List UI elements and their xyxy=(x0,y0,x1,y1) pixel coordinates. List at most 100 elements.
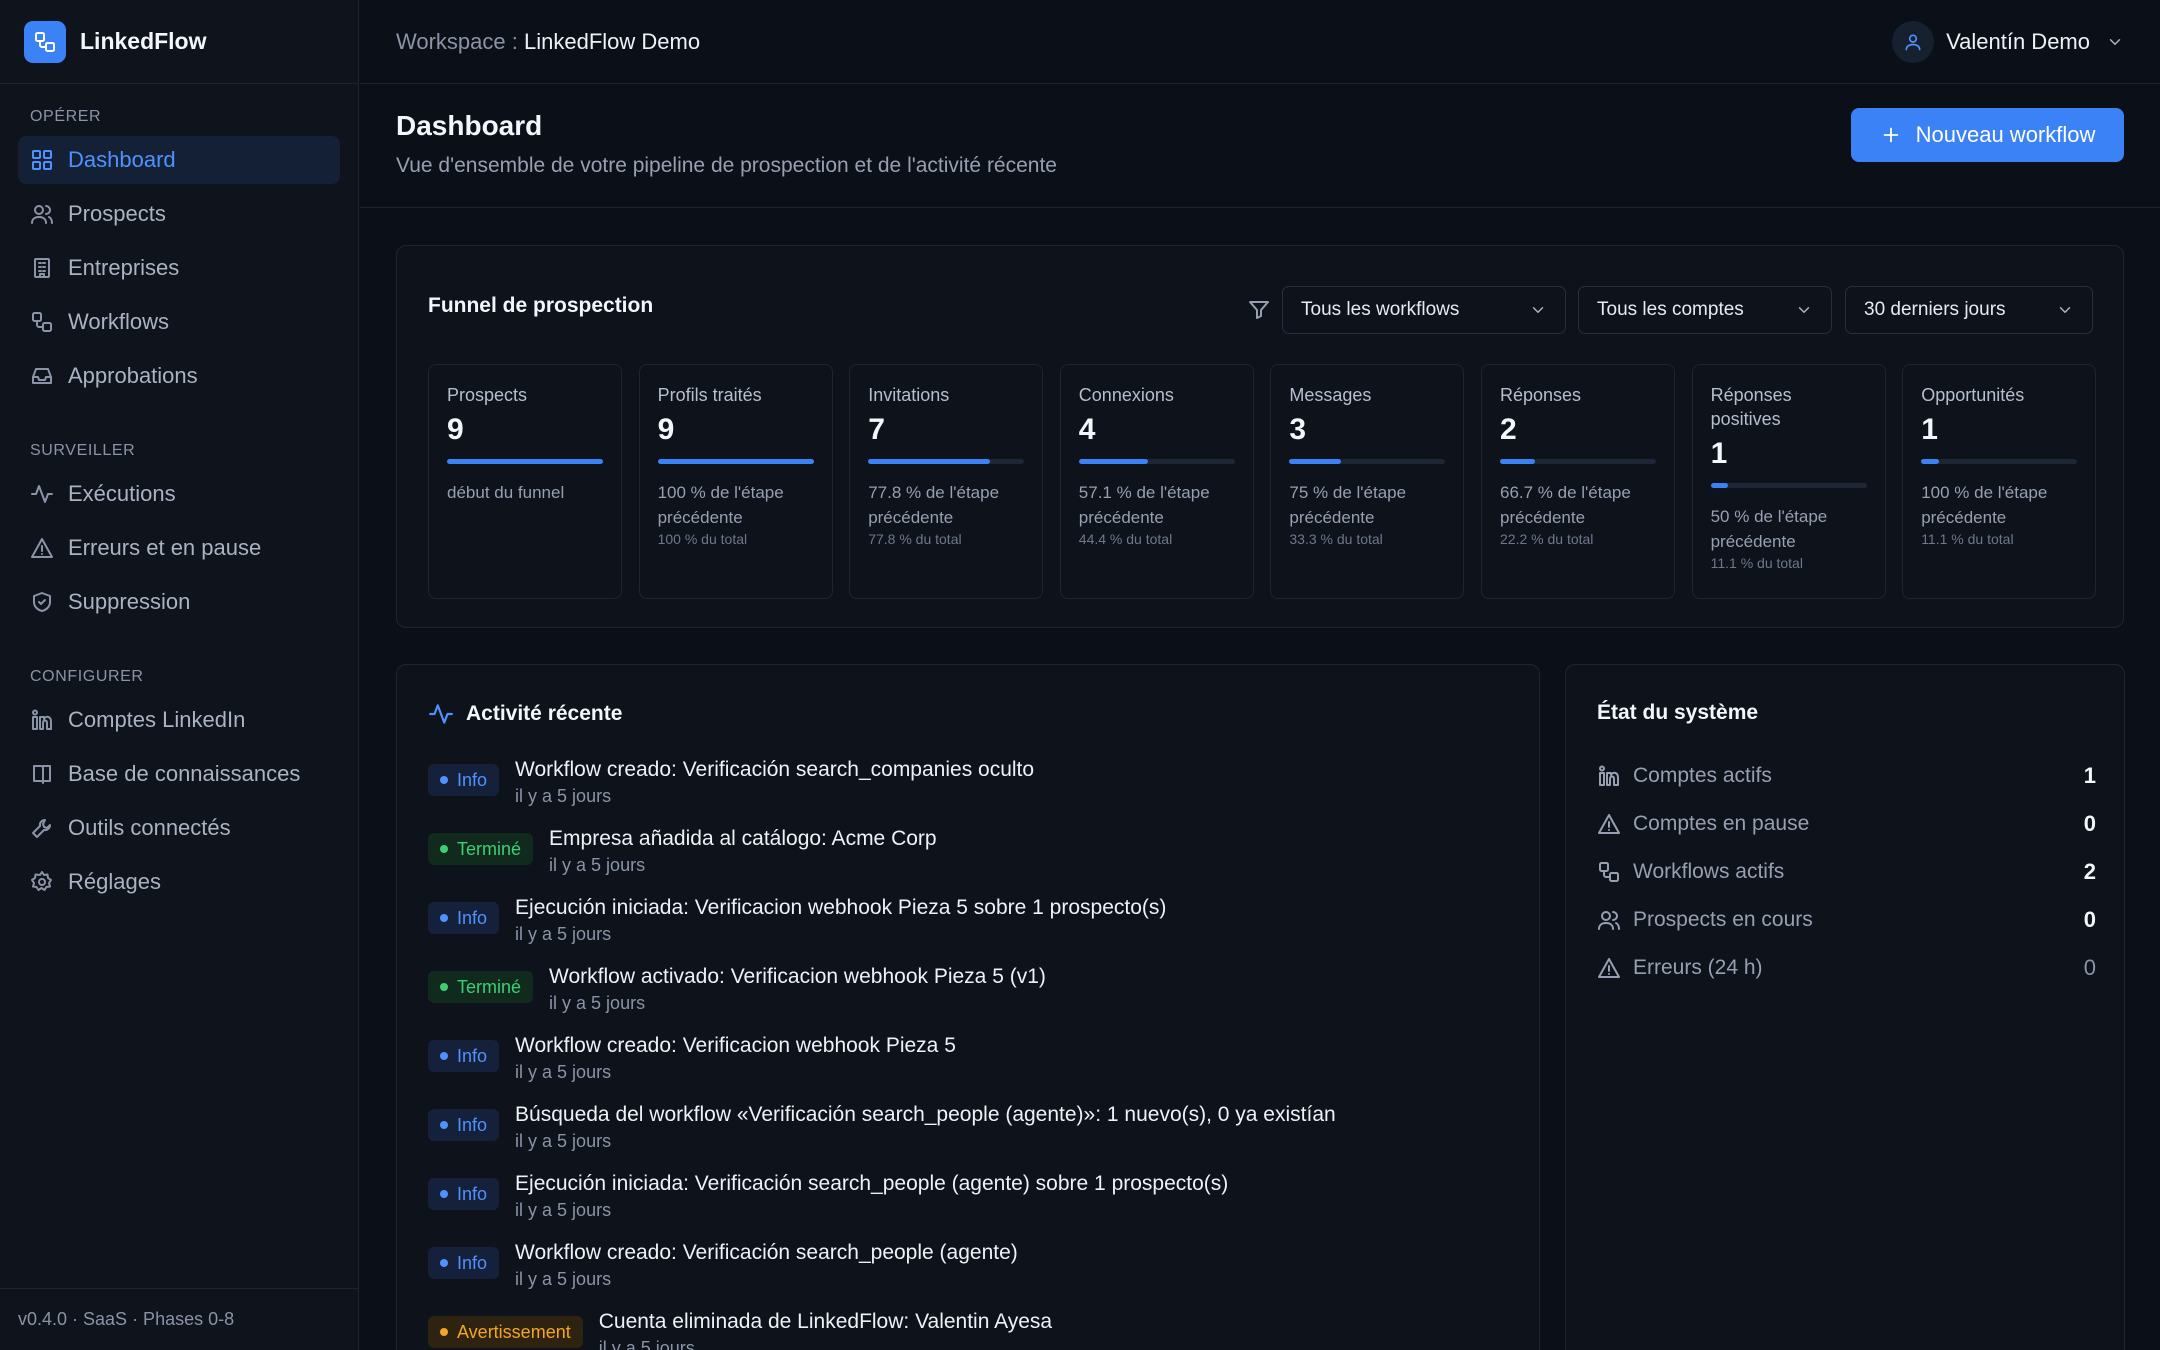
status-badge-label: Info xyxy=(457,907,488,928)
users-icon xyxy=(30,202,54,226)
activity-item[interactable]: Info Workflow creado: Verificación search… xyxy=(428,1239,1018,1290)
brand-name: LinkedFlow xyxy=(80,28,207,54)
sidebar-item-comptes-linkedin[interactable]: Comptes LinkedIn xyxy=(18,696,340,744)
activity-item[interactable]: Info Ejecución iniciada: Verificacion web… xyxy=(428,894,1166,945)
dashboard-icon xyxy=(30,148,54,172)
stage-name: Opportunités xyxy=(1921,385,2025,405)
gear-icon xyxy=(30,870,54,894)
activity-text: Workflow creado: Verificación search_peo… xyxy=(515,1239,1018,1290)
stage-percent-total: 11.1 % du total xyxy=(1921,531,2014,547)
activity-time: il y a 5 jours xyxy=(515,1131,612,1151)
stage-progress-bar xyxy=(868,459,1025,464)
sidebar-item-label: Suppression xyxy=(68,589,191,614)
brand[interactable]: LinkedFlow xyxy=(0,0,358,84)
sidebar-item-label: Workflows xyxy=(68,309,170,334)
status-dot xyxy=(440,1190,448,1198)
activity-item[interactable]: Terminé Workflow activado: Verificacion w… xyxy=(428,963,1046,1014)
sidebar-item-label: Réglages xyxy=(68,869,161,894)
stage-value: 9 xyxy=(657,413,675,446)
shield-icon xyxy=(30,590,54,614)
stage-name: Invitations xyxy=(868,385,950,405)
stage-percent-previous: 100 % de l'étape précédente xyxy=(657,483,784,527)
activity-item[interactable]: Info Workflow creado: Verificación search… xyxy=(428,756,1034,807)
activity-message: Cuenta eliminada de LinkedFlow: Valentin… xyxy=(598,1310,1053,1333)
linkedin-icon xyxy=(1597,764,1621,788)
status-dot xyxy=(440,914,448,922)
stage-progress-bar xyxy=(447,459,603,464)
stage-name: Prospects xyxy=(447,385,528,405)
workspace-indicator: Workspace : LinkedFlow Demo xyxy=(396,29,700,55)
stage-value: 1 xyxy=(1710,437,1728,470)
sidebar-item-approbations[interactable]: Approbations xyxy=(18,352,340,400)
activity-text: Empresa añadida al catálogo: Acme Corp il… xyxy=(549,825,937,876)
status-badge: Info xyxy=(428,764,500,796)
funnel-title: Funnel de prospection xyxy=(428,294,654,317)
funnel-stage: Messages 3 75 % de l'étape précédente 33.3 … xyxy=(1270,364,1465,599)
stage-percent-previous: 100 % de l'étape précédente xyxy=(1921,483,2048,527)
status-badge-label: Info xyxy=(457,1183,488,1204)
sidebar-item-suppression[interactable]: Suppression xyxy=(18,578,340,626)
period-filter-select[interactable]: 30 derniers jours xyxy=(1845,286,2093,334)
sidebar-item-base-de-connaissances[interactable]: Base de connaissances xyxy=(18,750,340,798)
sidebar-item-label: Entreprises xyxy=(68,255,180,280)
activity-time: il y a 5 jours xyxy=(515,1200,612,1220)
warning-icon xyxy=(1597,956,1621,980)
stage-value: 4 xyxy=(1078,413,1096,446)
stage-progress-fill xyxy=(1078,459,1149,464)
account-filter-select[interactable]: Tous les comptes xyxy=(1578,286,1832,334)
nav-section: SURVEILLER Exécutions Erreurs et en pause S… xyxy=(0,406,358,626)
activity-time: il y a 5 jours xyxy=(515,786,612,806)
sidebar: LinkedFlow OPÉRER Dashboard Prospects Entre… xyxy=(0,0,359,1350)
status-dot xyxy=(440,1052,448,1060)
stage-percent-previous: 50 % de l'étape précédente xyxy=(1710,507,1828,551)
nav-section: CONFIGURER Comptes LinkedIn Base de connai… xyxy=(0,632,358,906)
sidebar-item-label: Base de connaissances xyxy=(68,761,301,786)
stage-progress-fill xyxy=(868,459,990,464)
stage-progress-bar xyxy=(1710,483,1867,488)
activity-time: il y a 5 jours xyxy=(549,855,646,875)
sidebar-item-reglages[interactable]: Réglages xyxy=(18,858,340,906)
new-workflow-button[interactable]: Nouveau workflow xyxy=(1851,108,2124,162)
system-status-label: Comptes actifs xyxy=(1633,764,1772,787)
stage-progress-bar xyxy=(1289,459,1446,464)
workflow-filter-select[interactable]: Tous les workflows xyxy=(1282,286,1566,334)
status-badge: Terminé xyxy=(428,833,534,865)
recent-activity-card: Activité récente Info Workflow creado: Ve… xyxy=(396,664,1540,1350)
stage-percent-total: 44.4 % du total xyxy=(1078,531,1173,547)
nav-section: OPÉRER Dashboard Prospects Entreprises Workf… xyxy=(0,84,358,400)
page-header: Dashboard Vue d'ensemble de votre pipeli… xyxy=(360,84,2160,208)
sidebar-item-executions[interactable]: Exécutions xyxy=(18,470,340,518)
sidebar-item-entreprises[interactable]: Entreprises xyxy=(18,244,340,292)
status-badge-label: Info xyxy=(457,1045,488,1066)
activity-item[interactable]: Info Búsqueda del workflow «Verificación … xyxy=(428,1101,1336,1152)
activity-item[interactable]: Info Ejecución iniciada: Verificación sea… xyxy=(428,1170,1228,1221)
sidebar-item-prospects[interactable]: Prospects xyxy=(18,190,340,238)
funnel-stage: Opportunités 1 100 % de l'étape précédente… xyxy=(1902,364,2097,599)
activity-text: Ejecución iniciada: Verificacion webhook… xyxy=(515,894,1166,945)
system-status-row: Comptes en pause 0 xyxy=(1597,807,2096,841)
topbar: Workspace : LinkedFlow Demo Valentín Dem… xyxy=(360,0,2160,84)
activity-time: il y a 5 jours xyxy=(515,1062,612,1082)
activity-item[interactable]: Avertissement Cuenta eliminada de LinkedF… xyxy=(428,1308,1052,1350)
activity-item[interactable]: Info Workflow creado: Verificacion webhoo… xyxy=(428,1032,956,1083)
status-dot xyxy=(440,1259,448,1267)
stage-progress-fill xyxy=(1710,483,1728,488)
users-icon xyxy=(1597,908,1621,932)
account-filter-value: Tous les comptes xyxy=(1597,299,1744,320)
user-menu[interactable]: Valentín Demo xyxy=(1892,20,2124,63)
sidebar-item-erreurs-et-en-pause[interactable]: Erreurs et en pause xyxy=(18,524,340,572)
sidebar-item-outils-connectes[interactable]: Outils connectés xyxy=(18,804,340,852)
workspace-label: Workspace : xyxy=(396,28,524,54)
sidebar-item-workflows[interactable]: Workflows xyxy=(18,298,340,346)
system-status-row: Workflows actifs 2 xyxy=(1597,855,2096,889)
stage-progress-fill xyxy=(1500,459,1535,464)
system-status-row: Erreurs (24 h) 0 xyxy=(1597,951,2096,985)
activity-item[interactable]: Terminé Empresa añadida al catálogo: Acme… xyxy=(428,825,937,876)
stage-progress-bar xyxy=(1078,459,1235,464)
stage-name: Connexions xyxy=(1078,385,1174,405)
funnel-stage: Réponses 2 66.7 % de l'étape précédente 22.… xyxy=(1481,364,1675,599)
sidebar-item-dashboard[interactable]: Dashboard xyxy=(18,136,340,184)
funnel-stage: Réponses positives 1 50 % de l'étape précé… xyxy=(1691,364,1886,599)
stage-progress-fill xyxy=(447,459,603,464)
system-status-value: 2 xyxy=(2083,859,2096,884)
